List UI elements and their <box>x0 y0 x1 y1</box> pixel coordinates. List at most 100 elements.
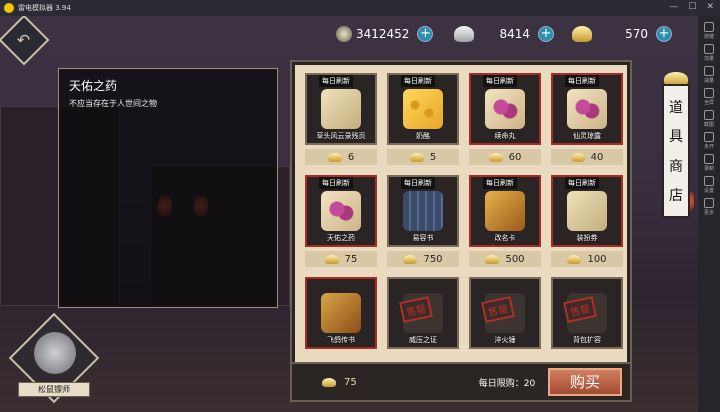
item-art-icon <box>567 89 607 129</box>
character-portrait[interactable]: 松鼠镖师 <box>8 312 100 404</box>
daily-refresh-badge: 每日刷新 <box>319 75 353 87</box>
silver-ingot-icon <box>454 26 474 42</box>
minimize-icon[interactable]: — <box>669 2 678 12</box>
gold-ingot-icon <box>327 152 342 162</box>
close-icon[interactable]: ✕ <box>706 2 714 12</box>
item-description-panel: 天佑之药 不应当存在于人世间之物 <box>58 68 278 308</box>
shop-item[interactable]: 售罄 淬火锤 <box>467 277 543 375</box>
purchase-bar: 75 每日限购：20 购买 <box>292 362 630 400</box>
item-name: 装扮券 <box>576 234 598 242</box>
shop-item-card[interactable]: 每日刷新改名卡 <box>469 175 541 247</box>
shop-item[interactable]: 每日刷新 易容书 750 <box>385 175 461 273</box>
sidebar-item-volume-down[interactable]: 减量 <box>703 66 714 84</box>
item-name: 草头风云录残页 <box>316 132 366 140</box>
shop-item[interactable]: 飞鸽传书 <box>303 277 379 375</box>
item-description-title: 天佑之药 <box>69 79 118 93</box>
item-art-icon <box>485 191 525 231</box>
add-gold-button[interactable]: + <box>656 26 672 42</box>
shop-item-card[interactable]: 每日刷新 天佑之药 <box>305 175 377 247</box>
daily-refresh-badge: 每日刷新 <box>483 177 517 189</box>
volume-down-icon <box>703 66 714 76</box>
item-price: 40 <box>551 149 623 165</box>
sidebar-item-fullscreen[interactable]: 全屏 <box>703 88 714 106</box>
item-price: 60 <box>469 149 541 165</box>
shop-sign: 道 具 商 店 <box>662 84 690 218</box>
shop-item-card[interactable]: 每日刷新草头风云录残页 <box>305 73 377 145</box>
add-coin-button[interactable]: + <box>417 26 434 42</box>
gold-ingot-icon <box>567 254 582 264</box>
shop-grid: 每日刷新 草头风云录残页 6 每日刷新 奶酪 5 每日刷新 续命丸 60 每日刷新 仙灵琼露 40 每日… <box>303 73 625 375</box>
sidebar-item-screenshot[interactable]: 截图 <box>703 110 714 128</box>
back-arrow-icon: ↶ <box>17 30 31 50</box>
keyboard-icon <box>703 22 714 32</box>
gold-ingot-icon <box>322 377 336 387</box>
shop-item-card[interactable]: 每日刷新 续命丸 <box>469 73 541 145</box>
item-name: 淬火锤 <box>494 336 516 344</box>
gold-ingot-icon <box>403 254 418 264</box>
item-name: 仙灵琼露 <box>573 132 601 140</box>
shop-item[interactable]: 每日刷新 天佑之药 75 <box>303 175 379 273</box>
gold-ingot-icon <box>570 152 585 162</box>
shop-item-card[interactable]: 每日刷新装扮券 <box>551 175 623 247</box>
shop-item-card[interactable]: 每日刷新 易容书 <box>387 175 459 247</box>
record-icon <box>703 154 714 164</box>
sidebar-item-multi[interactable]: 多开 <box>703 132 714 150</box>
currency-gold: 570 + <box>572 24 672 44</box>
currency-silver: 8414 + <box>454 24 554 44</box>
sidebar-item-settings[interactable]: 设置 <box>703 176 714 194</box>
shop-item-card[interactable]: 售罄 威压之证 <box>387 277 459 349</box>
shop-item[interactable]: 每日刷新 改名卡 500 <box>467 175 543 273</box>
item-price: 750 <box>387 251 459 267</box>
daily-refresh-badge: 每日刷新 <box>565 177 599 189</box>
window-title: 雷电模拟器 3.94 <box>18 4 71 12</box>
character-name: 松鼠镖师 <box>18 382 90 397</box>
shop-item[interactable]: 售罄 威压之证 <box>385 277 461 375</box>
shop-item-card[interactable]: 每日刷新 仙灵琼露 <box>551 73 623 145</box>
gold-ingot-icon <box>572 26 592 42</box>
maximize-icon[interactable]: ☐ <box>688 2 696 12</box>
item-name: 改名卡 <box>494 234 516 242</box>
gear-icon <box>703 176 714 186</box>
sidebar-item-record[interactable]: 录制 <box>703 154 714 172</box>
item-art-icon <box>321 191 361 231</box>
shop-item[interactable]: 售罄 背包扩容 <box>549 277 625 375</box>
shop-item[interactable]: 每日刷新 仙灵琼露 40 <box>549 73 625 171</box>
rat-avatar <box>34 332 76 374</box>
item-name: 奶酪 <box>416 132 430 140</box>
gold-ingot-icon <box>324 254 339 264</box>
shop-item[interactable]: 每日刷新装扮券 100 <box>549 175 625 273</box>
sidebar-item-more[interactable]: 更多 <box>703 198 714 216</box>
shop-item-card[interactable]: 每日刷新 奶酪 <box>387 73 459 145</box>
emulator-titlebar: 雷电模拟器 3.94 — ☐ ✕ <box>0 0 720 16</box>
item-art-icon <box>403 89 443 129</box>
item-price: 100 <box>551 251 623 267</box>
more-icon <box>703 198 714 208</box>
item-name: 背包扩容 <box>573 336 601 344</box>
game-viewport: ↶ 3412452 + 8414 + 570 + 天佑之药 不应当存在于人世间之… <box>0 16 698 412</box>
daily-refresh-badge: 每日刷新 <box>483 75 517 87</box>
sidebar-item-keymap[interactable]: 按键 <box>703 22 714 40</box>
item-name: 易容书 <box>412 234 434 242</box>
shop-item-card[interactable]: 售罄 背包扩容 <box>551 277 623 349</box>
item-name: 天佑之药 <box>327 234 355 242</box>
back-button[interactable]: ↶ <box>0 16 50 66</box>
item-name: 威压之证 <box>409 336 437 344</box>
shop-item-card[interactable]: 飞鸽传书 <box>305 277 377 349</box>
daily-limit: 每日限购：20 <box>478 378 536 389</box>
emulator-sidebar: 按键 加量 减量 全屏 截图 多开 录制 设置 更多 <box>698 16 720 412</box>
item-name: 飞鸽传书 <box>327 336 355 344</box>
shop-item[interactable]: 每日刷新 续命丸 60 <box>467 73 543 171</box>
shop-item-card[interactable]: 售罄 淬火锤 <box>469 277 541 349</box>
shop-item[interactable]: 每日刷新 奶酪 5 <box>385 73 461 171</box>
item-art-icon <box>321 293 361 333</box>
buy-button[interactable]: 购买 <box>548 368 622 396</box>
currency-coin: 3412452 + <box>336 24 434 44</box>
item-price: 75 <box>305 251 377 267</box>
gold-ingot-icon <box>485 254 500 264</box>
gold-ingot-icon <box>409 152 424 162</box>
sidebar-item-volume-up[interactable]: 加量 <box>703 44 714 62</box>
emulator-logo-icon <box>4 3 14 13</box>
shop-panel: 每日刷新 草头风云录残页 6 每日刷新 奶酪 5 每日刷新 续命丸 60 每日刷新 仙灵琼露 40 每日… <box>292 62 630 400</box>
shop-item[interactable]: 每日刷新 草头风云录残页 6 <box>303 73 379 171</box>
add-silver-button[interactable]: + <box>538 26 554 42</box>
